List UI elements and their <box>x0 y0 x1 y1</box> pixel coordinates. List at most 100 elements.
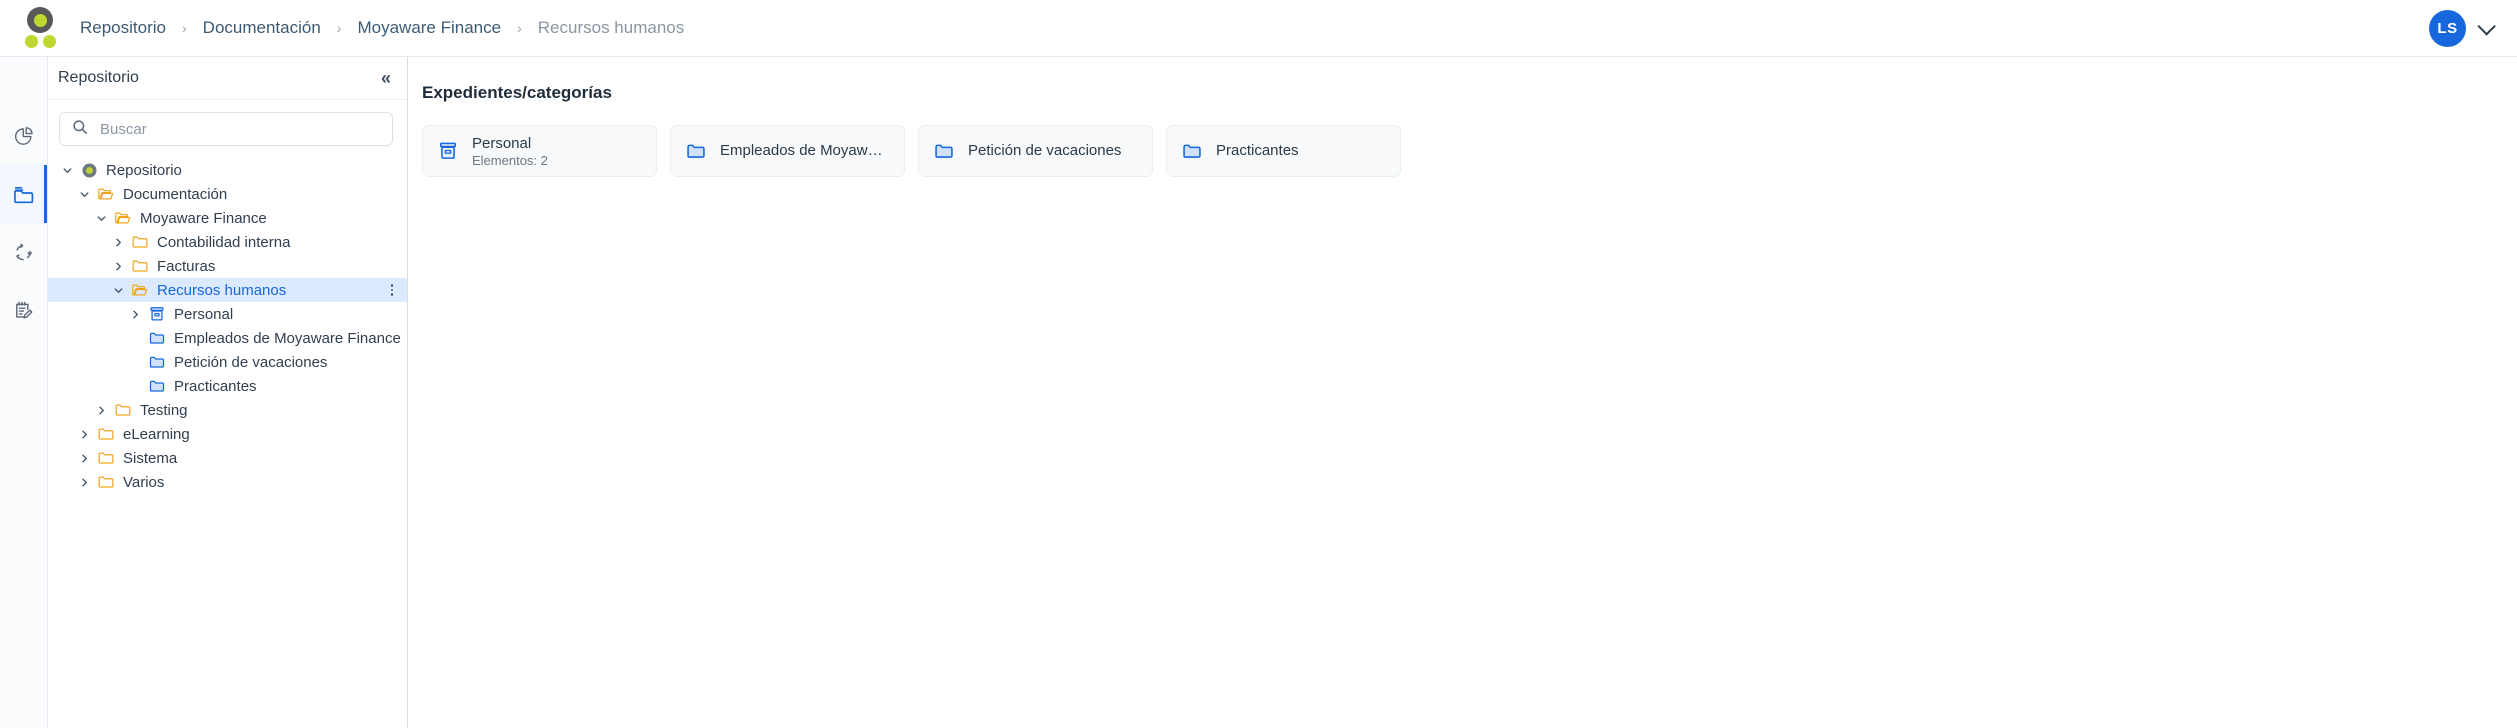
category-card[interactable]: Empleados de Moyaware F... <box>670 125 905 177</box>
tree-item-label: Facturas <box>157 257 216 275</box>
tree-row[interactable]: Testing <box>48 398 407 422</box>
chevron-right-icon[interactable] <box>73 453 95 464</box>
tree-item-label: Moyaware Finance <box>140 209 267 227</box>
tree-item-label: Testing <box>140 401 188 419</box>
folder-closed-orange-icon <box>95 449 117 467</box>
folder-open-orange-icon <box>95 185 117 203</box>
chevron-right-icon[interactable] <box>107 237 129 248</box>
folder-closed-orange-icon <box>95 473 117 491</box>
folder-blue-icon <box>146 353 168 371</box>
rail-item-workflows[interactable] <box>0 223 47 281</box>
main-content: Expedientes/categorías Personal Elementos… <box>409 57 2517 728</box>
breadcrumb-item[interactable]: Documentación <box>201 18 323 38</box>
archive-box-blue-icon <box>437 140 459 162</box>
rail-item-forms[interactable] <box>0 281 47 339</box>
tree-item-label: Personal <box>174 305 234 323</box>
tree-item-label: Recursos humanos <box>157 281 287 299</box>
category-card[interactable]: Personal Elementos: 2 <box>422 125 657 177</box>
category-card-count: Elementos: 2 <box>472 152 548 168</box>
chevron-down-icon[interactable] <box>73 189 95 200</box>
folder-open-orange-icon <box>129 281 151 299</box>
chevron-right-icon[interactable] <box>90 405 112 416</box>
notepad-pencil-icon <box>12 299 35 322</box>
breadcrumb-item[interactable]: Repositorio <box>78 18 168 38</box>
tree-row[interactable]: Moyaware Finance <box>48 206 407 230</box>
category-card-grid: Personal Elementos: 2 Empleados de Moyawar… <box>422 125 2493 177</box>
chevron-down-icon[interactable] <box>107 285 129 296</box>
chevron-right-icon[interactable] <box>124 309 146 320</box>
category-card-name: Petición de vacaciones <box>968 142 1122 159</box>
search-input[interactable] <box>98 119 380 139</box>
chevron-down-icon[interactable] <box>2477 16 2496 36</box>
tree-item-label: Empleados de Moyaware Finance <box>174 329 401 347</box>
chevron-right-icon[interactable] <box>73 429 95 440</box>
tree-row[interactable]: Practicantes <box>48 374 407 398</box>
breadcrumb-separator-icon: › <box>182 20 187 36</box>
tree-row[interactable]: Personal <box>48 302 407 326</box>
category-card[interactable]: Petición de vacaciones <box>918 125 1153 177</box>
rail-item-dashboard[interactable] <box>0 107 47 165</box>
breadcrumb-separator-icon: › <box>336 20 342 36</box>
breadcrumb: Repositorio › Documentación › Moyaware Finan… <box>78 18 686 38</box>
icon-rail <box>0 57 48 728</box>
repository-sidebar: Repositorio « Repositorio Documentación Mo… <box>48 57 408 728</box>
folder-closed-orange-icon <box>129 257 151 275</box>
tree-item-label: eLearning <box>123 425 190 443</box>
folder-closed-orange-icon <box>129 233 151 251</box>
folder-blue-icon <box>1181 140 1203 162</box>
moyaware-logo-icon <box>19 7 59 49</box>
folder-open-orange-icon <box>112 209 134 227</box>
tree-item-label: Repositorio <box>106 161 182 179</box>
rail-item-repository[interactable] <box>0 165 47 223</box>
repository-root-icon <box>78 163 100 178</box>
tree-row[interactable]: Documentación <box>48 182 407 206</box>
repository-tree: Repositorio Documentación Moyaware Finance… <box>48 154 407 494</box>
category-card-name: Practicantes <box>1216 142 1299 159</box>
folder-blue-icon <box>933 140 955 162</box>
top-bar: Repositorio › Documentación › Moyaware Finan… <box>0 0 2517 57</box>
avatar[interactable]: LS <box>2429 9 2466 47</box>
tree-item-label: Practicantes <box>174 377 257 395</box>
folder-blue-icon <box>685 140 707 162</box>
tree-item-label: Sistema <box>123 449 178 467</box>
tree-row[interactable]: Repositorio <box>48 158 407 182</box>
tree-row[interactable]: Petición de vacaciones <box>48 350 407 374</box>
breadcrumb-separator-icon: › <box>517 20 522 36</box>
folder-icon <box>12 182 36 206</box>
tree-item-label: Documentación <box>123 185 228 203</box>
folder-closed-orange-icon <box>95 425 117 443</box>
tree-row[interactable]: Empleados de Moyaware Finance <box>48 326 407 350</box>
chevron-right-icon[interactable] <box>107 261 129 272</box>
search-icon <box>72 119 88 140</box>
tree-item-label: Varios <box>123 473 165 491</box>
chevron-right-icon[interactable] <box>73 477 95 488</box>
chevron-down-icon[interactable] <box>90 213 112 224</box>
category-card-name: Empleados de Moyaware F... <box>720 142 890 159</box>
top-bar-right: LS <box>2429 9 2517 47</box>
tree-row[interactable]: Sistema <box>48 446 407 470</box>
page-title: Expedientes/categorías <box>422 83 612 102</box>
breadcrumb-item: Recursos humanos <box>537 18 685 37</box>
tree-row[interactable]: eLearning <box>48 422 407 446</box>
tree-item-label: Contabilidad interna <box>157 233 291 251</box>
folder-blue-icon <box>146 329 168 347</box>
sidebar-title: Repositorio <box>58 69 139 86</box>
category-card[interactable]: Practicantes <box>1166 125 1401 177</box>
row-more-options-icon[interactable] <box>385 284 399 296</box>
tree-row[interactable]: Recursos humanos <box>48 278 407 302</box>
tree-row[interactable]: Facturas <box>48 254 407 278</box>
chevron-down-icon[interactable] <box>56 165 78 176</box>
tree-row[interactable]: Varios <box>48 470 407 494</box>
search-box[interactable] <box>59 112 393 146</box>
tree-item-label: Petición de vacaciones <box>174 353 328 371</box>
sidebar-search <box>48 100 407 154</box>
tree-row[interactable]: Contabilidad interna <box>48 230 407 254</box>
sidebar-header: Repositorio « <box>48 57 407 100</box>
sync-arrows-icon <box>12 241 35 264</box>
app-logo[interactable] <box>0 0 78 57</box>
folder-closed-orange-icon <box>112 401 134 419</box>
category-card-name: Personal <box>472 134 532 152</box>
breadcrumb-item[interactable]: Moyaware Finance <box>355 18 503 38</box>
pie-chart-icon <box>13 125 35 147</box>
collapse-left-icon[interactable]: « <box>381 69 391 87</box>
